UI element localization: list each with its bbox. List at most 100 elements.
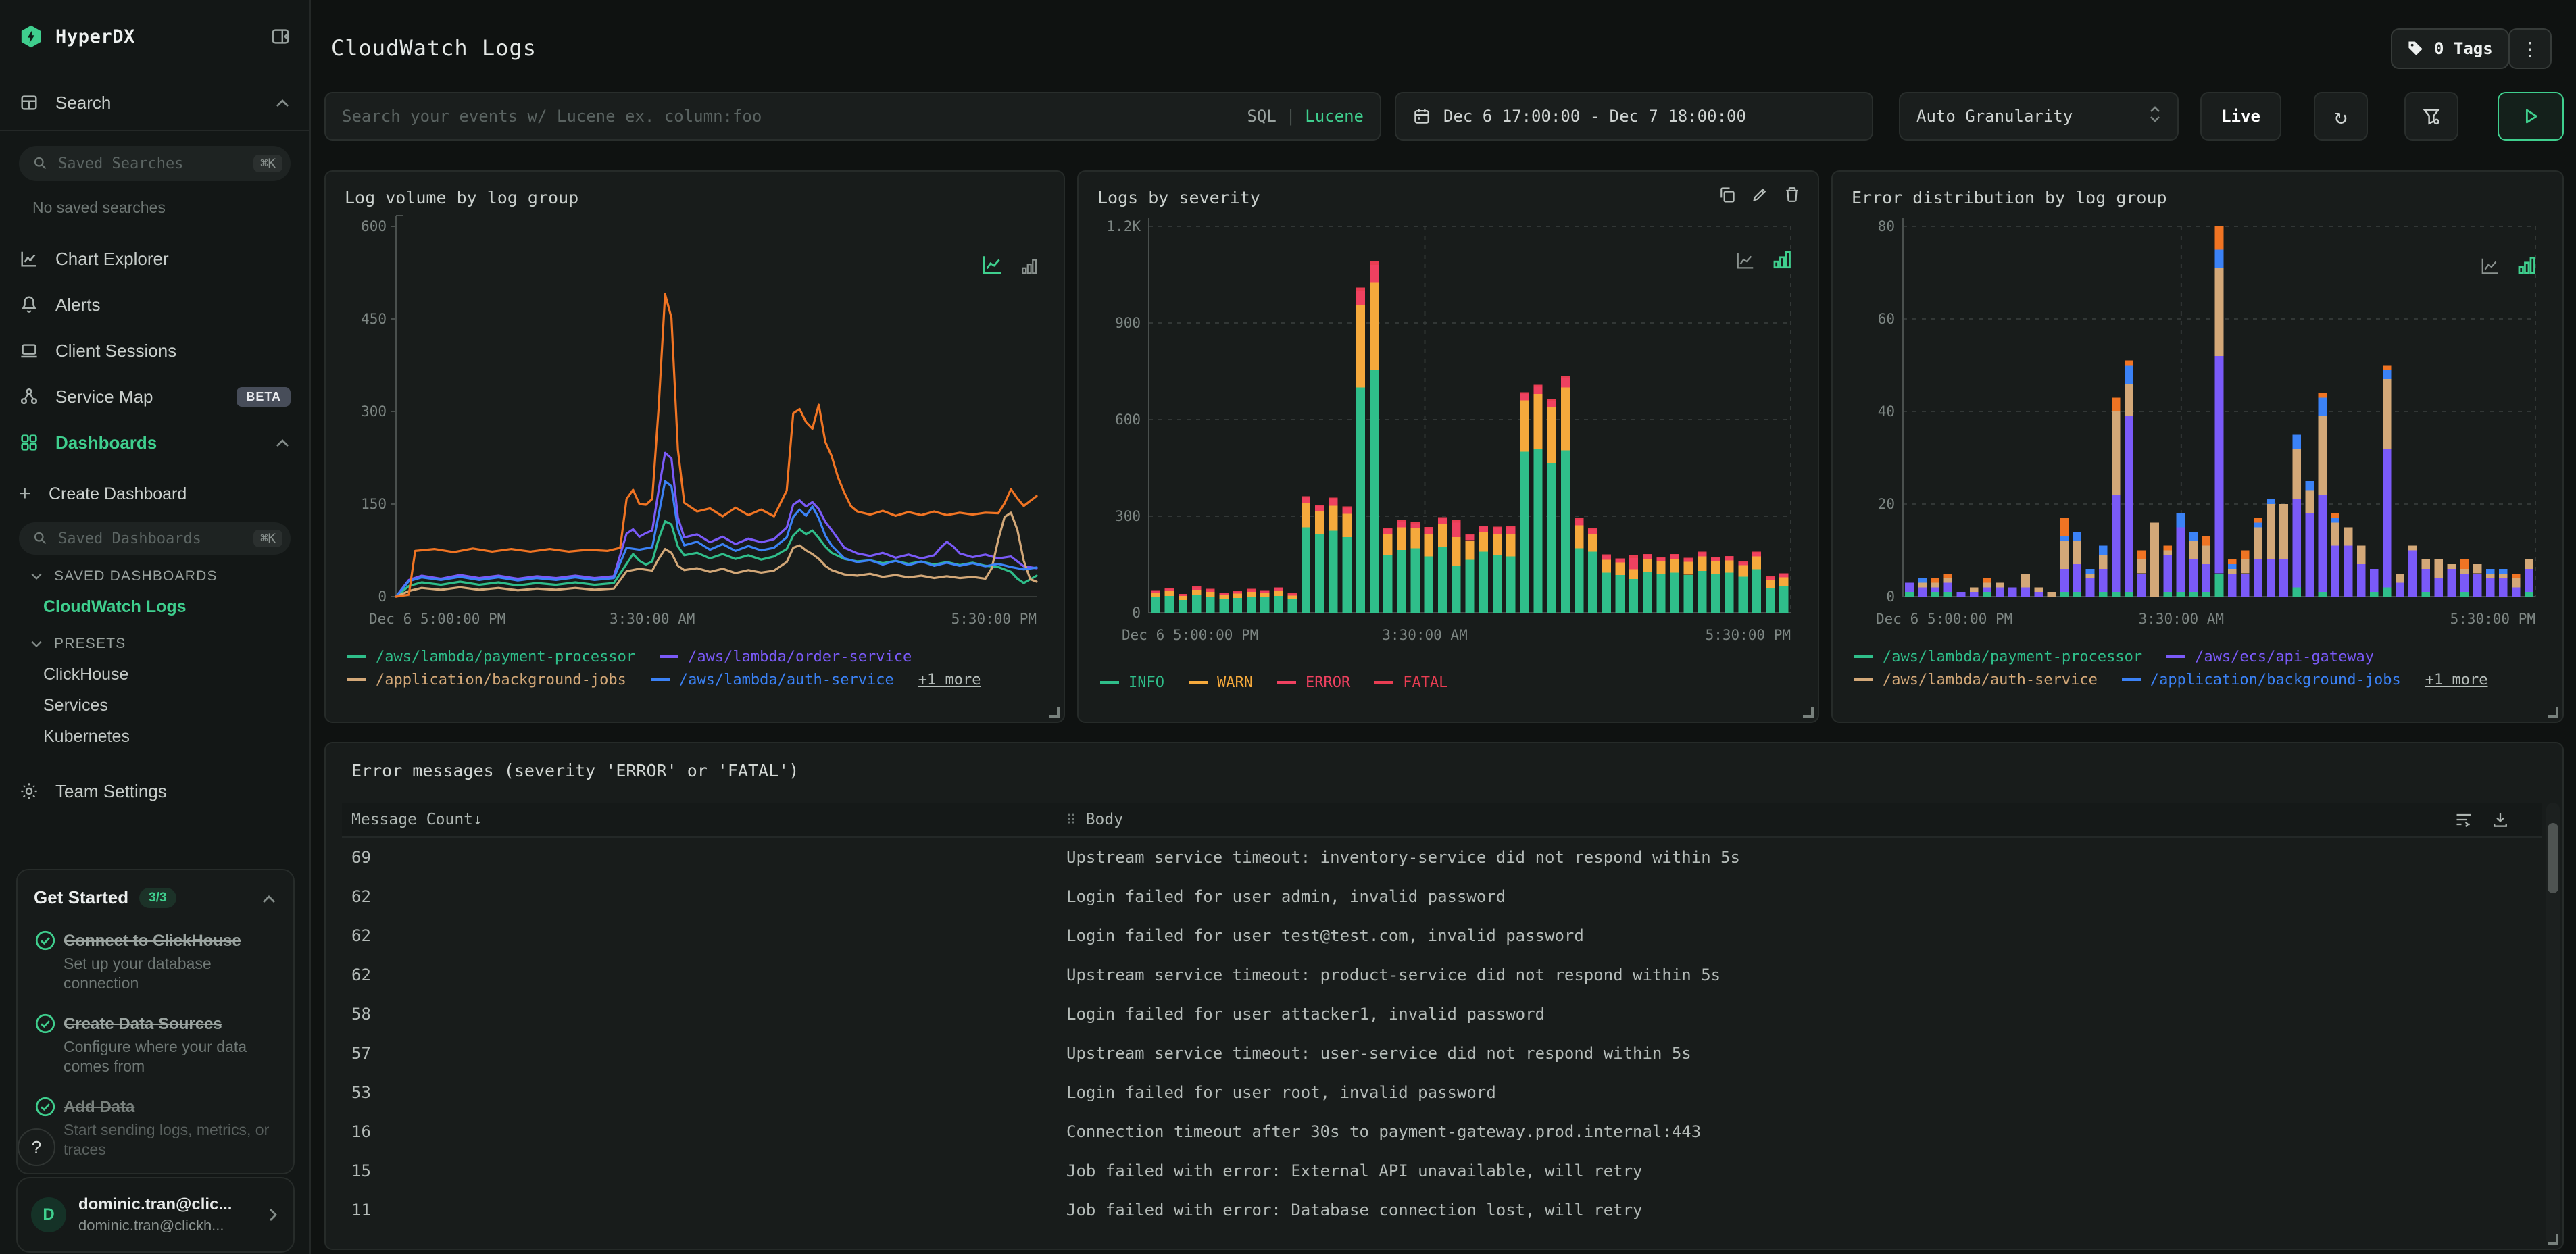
chart-explorer-icon [21, 251, 36, 267]
line-chart-toggle-icon[interactable] [2480, 256, 2500, 282]
help-button[interactable]: ? [18, 1128, 55, 1166]
sidebar-item-cloudwatch-logs[interactable]: CloudWatch Logs [0, 591, 309, 622]
bar-segment [2214, 268, 2224, 356]
bar-chart-toggle-icon[interactable] [1770, 248, 1793, 276]
event-search-box[interactable]: SQL | Lucene [324, 92, 1381, 141]
line-chart-toggle-icon[interactable] [981, 253, 1004, 282]
download-icon[interactable] [2491, 810, 2510, 829]
bar-segment [1492, 526, 1502, 528]
saved-dashboards-field[interactable] [58, 530, 254, 547]
lucene-option[interactable]: Lucene [1305, 107, 1364, 126]
bar-segment [2176, 527, 2185, 593]
dashboard-link-label: CloudWatch Logs [43, 597, 187, 616]
svg-text:1.2K: 1.2K [1106, 218, 1141, 234]
filter-button[interactable] [2404, 92, 2458, 141]
bar-segment [2021, 573, 2030, 588]
drag-handle-icon[interactable]: ⠿ [1066, 811, 1076, 828]
user-menu[interactable]: D dominic.tran@clic... dominic.tran@clic… [16, 1177, 295, 1253]
live-button[interactable]: Live [2200, 92, 2281, 141]
legend-item[interactable]: /application/background-jobs [2121, 672, 2401, 688]
legend-item[interactable]: INFO [1100, 674, 1164, 691]
query-language-toggle[interactable]: SQL | Lucene [1247, 107, 1364, 126]
shortcut-badge: ⌘K [253, 530, 282, 547]
table-row[interactable]: 62 Upstream service timeout: product-serv… [342, 955, 2542, 995]
sidebar-item-label: Chart Explorer [55, 248, 169, 269]
granularity-select[interactable]: Auto Granularity [1899, 92, 2179, 141]
bar-segment [1520, 392, 1529, 394]
wrap-text-icon[interactable] [2454, 810, 2473, 829]
saved-dashboards-section-header[interactable]: SAVED DASHBOARDS [0, 561, 309, 591]
sidebar-item-dashboards[interactable]: Dashboards [0, 420, 309, 466]
saved-searches-field[interactable] [58, 155, 254, 172]
legend-item[interactable]: /aws/lambda/auth-service [1854, 672, 2098, 688]
event-search-input[interactable] [342, 107, 1234, 126]
table-row[interactable]: 58 Login failed for user attacker1, inval… [342, 995, 2542, 1034]
legend-item[interactable]: WARN [1188, 674, 1253, 691]
create-dashboard-button[interactable]: + Create Dashboard [0, 474, 309, 514]
legend-item[interactable]: ERROR [1277, 674, 1350, 691]
legend-item[interactable]: /aws/lambda/payment-processor [347, 649, 635, 666]
column-header-body[interactable]: ⠿ Body [1066, 811, 1123, 828]
legend-item[interactable]: /application/background-jobs [347, 672, 626, 688]
line-chart-toggle-icon[interactable] [1735, 251, 1756, 276]
table-row[interactable]: 69 Upstream service timeout: inventory-se… [342, 838, 2542, 877]
scrollbar-thumb[interactable] [2548, 823, 2558, 893]
sidebar-item-clickhouse[interactable]: ClickHouse [0, 659, 309, 690]
task-add-data[interactable]: Add Data Start sending logs, metrics, or… [34, 1093, 277, 1159]
table-row[interactable]: 16 Connection timeout after 30s to paymen… [342, 1112, 2542, 1151]
legend-item[interactable]: FATAL [1374, 674, 1447, 691]
table-row[interactable]: 62 Login failed for user admin, invalid p… [342, 877, 2542, 916]
bar-segment [2073, 541, 2082, 565]
bar-segment [1151, 593, 1160, 598]
legend-item[interactable]: /aws/ecs/api-gateway [2166, 649, 2374, 666]
table-row[interactable]: 11 Job failed with error: Database connec… [342, 1190, 2542, 1230]
stacked-bar-chart: 0 300 600 900 1.2K Dec 6 5:00:00 PM 3:30:00 AM… [1106, 218, 1791, 643]
task-connect-clickhouse[interactable]: Connect to ClickHouse Set up your databa… [34, 926, 277, 993]
sidebar-item-client-sessions[interactable]: Client Sessions [0, 328, 309, 374]
table-row[interactable]: 62 Login failed for user test@test.com, i… [342, 916, 2542, 955]
date-range-button[interactable]: Dec 6 17:00:00 - Dec 7 18:00:00 [1395, 92, 1873, 141]
legend-item[interactable]: /aws/lambda/payment-processor [1854, 649, 2142, 666]
bar-segment [2460, 568, 2469, 574]
delete-panel-icon[interactable] [1783, 185, 1802, 204]
run-query-button[interactable] [2498, 92, 2564, 141]
legend-item[interactable]: /aws/lambda/auth-service [650, 672, 894, 688]
collapse-sidebar-button[interactable] [270, 26, 291, 47]
saved-dashboards-input[interactable]: ⌘K [19, 522, 291, 555]
bar-chart-toggle-icon[interactable] [1019, 256, 1039, 282]
bar-segment [1301, 527, 1311, 613]
edit-panel-icon[interactable] [1750, 185, 1769, 204]
sidebar-item-service-map[interactable]: Service Map BETA [0, 374, 309, 420]
tags-button[interactable]: 0 Tags [2391, 28, 2509, 69]
bar-segment [1219, 592, 1229, 594]
sql-option[interactable]: SQL [1247, 107, 1276, 126]
sidebar-item-team-settings[interactable]: Team Settings [0, 768, 309, 814]
sidebar-item-services[interactable]: Services [0, 690, 309, 721]
presets-section-header[interactable]: PRESETS [0, 629, 309, 659]
table-row[interactable]: 57 Upstream service timeout: user-service… [342, 1034, 2542, 1073]
legend-more-link[interactable]: +1 more [918, 672, 981, 688]
legend-item[interactable]: /aws/lambda/order-service [660, 649, 912, 666]
column-header-message-count[interactable]: Message Count ↓ [351, 811, 482, 828]
refresh-button[interactable]: ↻ [2314, 92, 2368, 141]
dashboard-menu-button[interactable]: ⋮ [2508, 28, 2552, 69]
bar-segment [1602, 572, 1611, 613]
sidebar-item-kubernetes[interactable]: Kubernetes [0, 721, 309, 752]
chevron-up-icon[interactable] [261, 885, 277, 910]
bar-segment [1356, 287, 1365, 291]
sidebar-item-search[interactable]: Search [0, 78, 309, 127]
saved-searches-input[interactable]: ⌘K [19, 146, 291, 181]
table-row[interactable]: 53 Login failed for user root, invalid pa… [342, 1073, 2542, 1112]
cell-message-count: 62 [351, 965, 371, 984]
task-create-data-sources[interactable]: Create Data Sources Configure where your… [34, 1009, 277, 1076]
sidebar-item-chart-explorer[interactable]: Chart Explorer [0, 236, 309, 282]
table-row[interactable]: 15 Job failed with error: External API un… [342, 1151, 2542, 1190]
bar-segment [2189, 532, 2198, 541]
select-chevrons-icon [2149, 105, 2161, 128]
sidebar-item-alerts[interactable]: Alerts [0, 282, 309, 328]
bar-chart-toggle-icon[interactable] [2515, 253, 2538, 282]
bar-segment [1931, 578, 1940, 583]
laptop-icon [21, 344, 37, 358]
legend-more-link[interactable]: +1 more [2425, 672, 2488, 688]
duplicate-panel-icon[interactable] [1718, 185, 1737, 204]
